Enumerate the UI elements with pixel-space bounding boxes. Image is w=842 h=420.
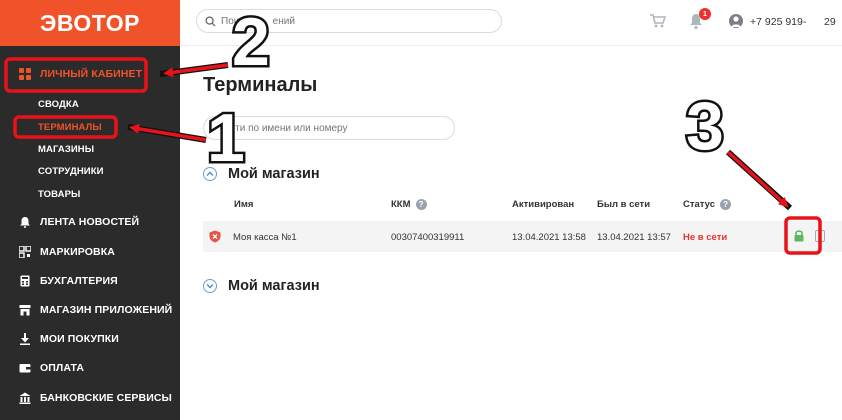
lock-icon[interactable] bbox=[793, 229, 805, 242]
step-number-2: 2 bbox=[230, 4, 273, 80]
cell-name: Моя касса №1 bbox=[233, 232, 297, 243]
sidebar-item-label: БУХГАЛТЕРИЯ bbox=[40, 275, 118, 287]
column-header-online: Был в сети bbox=[597, 199, 651, 210]
help-icon[interactable]: ? bbox=[415, 199, 427, 210]
arrow-3 bbox=[726, 150, 789, 208]
step-number-1: 1 bbox=[205, 100, 248, 176]
topbar: 1 +7 925 919- 29 bbox=[180, 0, 842, 46]
sidebar-item-purchases[interactable]: МОИ ПОКУПКИ bbox=[0, 329, 180, 349]
sidebar-item-label: ЛЕНТА НОВОСТЕЙ bbox=[40, 216, 140, 228]
logo[interactable]: ЭВОТОР bbox=[0, 0, 180, 46]
section-title: Мой магазин bbox=[228, 278, 320, 294]
subitem-employees[interactable]: СОТРУДНИКИ bbox=[38, 166, 104, 177]
user-phone[interactable]: +7 925 919- bbox=[750, 16, 806, 28]
sidebar-item-payment[interactable]: ОПЛАТА bbox=[0, 358, 180, 378]
cell-online: 13.04.2021 13:57 bbox=[597, 232, 671, 243]
topbar-extra: 29 bbox=[824, 16, 836, 28]
step-number-3: 3 bbox=[684, 88, 727, 164]
sidebar-item-news[interactable]: ЛЕНТА НОВОСТЕЙ bbox=[0, 212, 180, 232]
help-icon[interactable]: ? bbox=[720, 199, 732, 210]
sidebar-item-label: БАНКОВСКИЕ СЕРВИСЫ bbox=[40, 392, 172, 404]
search-icon bbox=[205, 15, 216, 27]
avatar[interactable] bbox=[729, 14, 743, 28]
store-icon bbox=[18, 303, 32, 317]
sidebar-item-label: МАГАЗИН ПРИЛОЖЕНИЙ bbox=[40, 304, 173, 316]
store-section-header-2[interactable]: Мой магазин bbox=[203, 278, 320, 294]
subitem-summary[interactable]: СВОДКА bbox=[38, 99, 79, 110]
column-header-label: Статус bbox=[683, 199, 716, 210]
sidebar-item-label: МОИ ПОКУПКИ bbox=[40, 333, 119, 345]
sidebar-item-accounting[interactable]: БУХГАЛТЕРИЯ bbox=[0, 271, 180, 291]
column-header-status: Статус ? bbox=[683, 199, 732, 210]
sidebar-item-bank[interactable]: БАНКОВСКИЕ СЕРВИСЫ bbox=[0, 388, 180, 408]
subitem-stores[interactable]: МАГАЗИНЫ bbox=[38, 144, 94, 155]
cart-icon[interactable] bbox=[650, 14, 666, 28]
column-header-label: ККМ bbox=[391, 199, 411, 210]
sidebar: ЭВОТОР ЛИЧНЫЙ КАБИНЕТ СВОДКА ТЕРМИНАЛЫ М… bbox=[0, 0, 180, 420]
notification-badge: 1 bbox=[699, 8, 711, 20]
shield-warning-icon bbox=[209, 230, 221, 243]
sidebar-item-account[interactable]: ЛИЧНЫЙ КАБИНЕТ bbox=[0, 64, 180, 84]
column-header-name: Имя bbox=[234, 199, 254, 210]
subitem-terminals[interactable]: ТЕРМИНАЛЫ bbox=[38, 122, 102, 133]
sidebar-item-app-store[interactable]: МАГАЗИН ПРИЛОЖЕНИЙ bbox=[0, 300, 180, 320]
qr-icon bbox=[18, 245, 32, 259]
column-header-activated: Активирован bbox=[512, 199, 575, 210]
download-icon bbox=[18, 332, 32, 346]
logo-text: ЭВОТОР bbox=[40, 9, 140, 36]
bank-icon bbox=[18, 391, 32, 405]
subitem-products[interactable]: ТОВАРЫ bbox=[38, 189, 80, 200]
sidebar-item-label: ОПЛАТА bbox=[40, 362, 85, 374]
arrow-3-shadow bbox=[725, 149, 793, 211]
grid-icon bbox=[18, 67, 32, 81]
sidebar-item-label: ЛИЧНЫЙ КАБИНЕТ bbox=[40, 68, 143, 80]
cell-activated: 13.04.2021 13:58 bbox=[512, 232, 586, 243]
calculator-icon bbox=[18, 274, 32, 288]
chevron-down-icon[interactable] bbox=[203, 279, 217, 293]
cell-kkm: 00307400319911 bbox=[391, 232, 465, 243]
wallet-icon bbox=[18, 361, 32, 375]
status-badge: Не в сети bbox=[683, 232, 728, 243]
sidebar-item-label: МАРКИРОВКА bbox=[40, 246, 115, 258]
row-action-icon[interactable] bbox=[815, 230, 825, 242]
terminal-search-input[interactable] bbox=[224, 122, 454, 134]
bell-icon bbox=[18, 215, 32, 229]
user-icon bbox=[731, 16, 741, 27]
column-header-kkm: ККМ ? bbox=[391, 199, 427, 210]
sidebar-item-marking[interactable]: МАРКИРОВКА bbox=[0, 242, 180, 262]
